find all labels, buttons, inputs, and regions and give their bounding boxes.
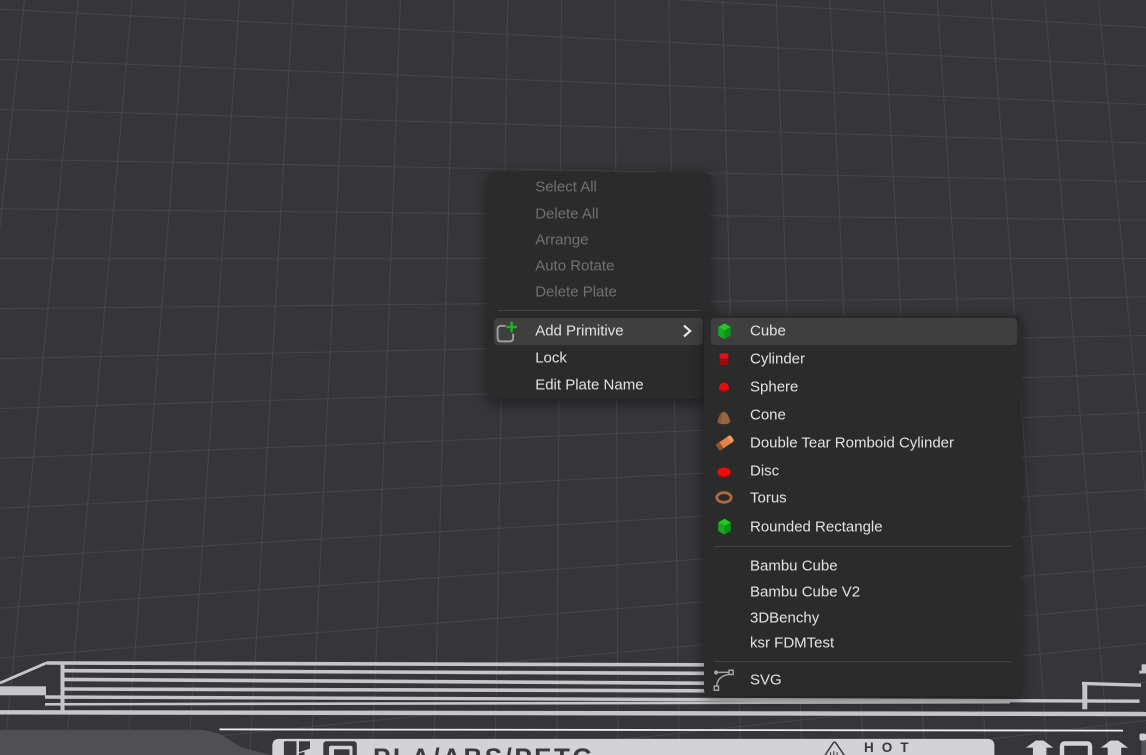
svg-text:PLA/ABS/PETG: PLA/ABS/PETG [373,743,595,755]
svg-text:HOT: HOT [864,740,917,755]
